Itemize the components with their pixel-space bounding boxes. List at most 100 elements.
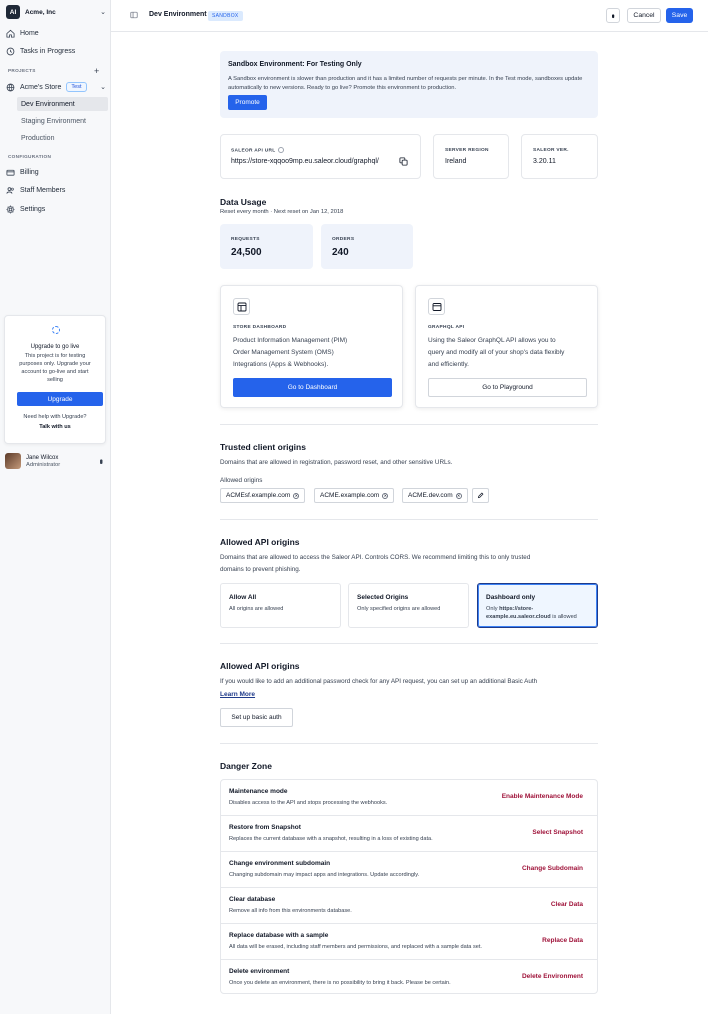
sandbox-banner: Sandbox Environment: For Testing Only A … <box>220 51 598 118</box>
version-label: SALEOR VER. <box>533 148 569 153</box>
more-button[interactable]: ••• <box>606 8 620 23</box>
env-item-dev[interactable]: Dev Environment <box>17 97 108 111</box>
danger-row-title: Maintenance mode <box>229 788 288 795</box>
option-desc: All origins are allowed <box>229 606 284 612</box>
store-dashboard-label: STORE DASHBOARD <box>233 325 287 330</box>
delete-environment-button[interactable]: Delete Environment <box>522 973 583 980</box>
origin-chip: ACMEsf.example.com ✕ <box>220 488 306 503</box>
go-to-playground-button[interactable]: Go to Playground <box>428 378 587 397</box>
danger-row-desc: Remove all info from this environments d… <box>229 908 352 914</box>
layout-icon <box>233 298 250 315</box>
feature-line: Product Information Management (PIM) <box>233 337 348 344</box>
api-origins-desc: Domains that are allowed to access the S… <box>220 552 530 576</box>
danger-row-subdomain: Change environment subdomain Changing su… <box>221 852 597 888</box>
remove-icon[interactable]: ✕ <box>455 492 462 499</box>
copy-icon[interactable] <box>399 157 408 166</box>
divider <box>220 519 598 520</box>
browser-icon <box>428 298 445 315</box>
remove-icon[interactable]: ✕ <box>382 492 389 499</box>
graphql-api-card: GRAPHQL API Using the Saleor GraphQL API… <box>415 285 598 408</box>
upgrade-button[interactable]: Upgrade <box>17 392 103 406</box>
topbar: Dev Environment SANDBOX ••• Cancel Save <box>111 0 708 32</box>
api-url-value: https://store-xqqoo9mp.eu.saleor.cloud/g… <box>231 158 379 165</box>
upgrade-desc: This project is for testing purposes onl… <box>19 353 91 383</box>
danger-row-replace: Replace database with a sample All data … <box>221 924 597 960</box>
danger-row-title: Clear database <box>229 896 276 903</box>
desc-line: Domains that are allowed to access the S… <box>220 554 531 561</box>
env-item-staging[interactable]: Staging Environment <box>17 114 108 128</box>
org-switcher[interactable]: AI Acme, Inc ⌄ <box>6 5 106 19</box>
chevron-down-icon: ⌄ <box>100 9 106 16</box>
sidebar-item-tasks[interactable]: Tasks in Progress <box>6 44 106 58</box>
project-item[interactable]: Acme's Store Test ⌄ <box>6 80 106 94</box>
divider <box>220 424 598 425</box>
sidebar-toggle-icon[interactable] <box>130 11 138 19</box>
pencil-icon <box>477 492 484 499</box>
add-project-icon[interactable]: + <box>94 66 99 76</box>
select-snapshot-button[interactable]: Select Snapshot <box>532 829 583 836</box>
enable-maintenance-button[interactable]: Enable Maintenance Mode <box>502 793 583 800</box>
set-up-basic-auth-button[interactable]: Set up basic auth <box>220 708 293 727</box>
basic-auth-title: Allowed API origins <box>220 661 300 671</box>
user-info: Jane Wilcox Administrator <box>26 455 60 468</box>
avatar <box>5 453 21 469</box>
danger-row-maintenance: Maintenance mode Disables access to the … <box>221 780 597 816</box>
origin-text: ACME.example.com <box>320 492 380 499</box>
danger-zone-title: Danger Zone <box>220 761 272 771</box>
trusted-origins-desc: Domains that are allowed in registration… <box>220 459 453 466</box>
env-item-production[interactable]: Production <box>17 131 108 145</box>
danger-zone-list: Maintenance mode Disables access to the … <box>220 779 598 994</box>
test-badge: Test <box>66 82 87 92</box>
option-desc: Only specified origins are allowed <box>357 606 441 612</box>
desc-prefix: Only <box>486 606 500 612</box>
danger-row-title: Restore from Snapshot <box>229 824 301 831</box>
sidebar-item-label: Billing <box>20 168 39 176</box>
org-name: Acme, Inc <box>25 8 56 16</box>
danger-row-desc: All data will be erased, including staff… <box>229 944 482 950</box>
clear-data-button[interactable]: Clear Data <box>551 901 583 908</box>
option-selected-origins[interactable]: Selected Origins Only specified origins … <box>348 583 469 628</box>
feature-line: Order Management System (OMS) <box>233 349 334 356</box>
more-options-icon[interactable]: ••• <box>96 459 106 462</box>
graphql-desc: Using the Saleor GraphQL API allows you … <box>428 335 564 371</box>
sidebar-item-label: Home <box>20 29 39 37</box>
user-menu[interactable]: Jane Wilcox Administrator ••• <box>5 451 106 471</box>
change-subdomain-button[interactable]: Change Subdomain <box>522 865 583 872</box>
trusted-origins-title: Trusted client origins <box>220 442 306 452</box>
origin-chip: ACME.dev.com ✕ <box>402 488 468 503</box>
talk-with-us-link[interactable]: Talk with us <box>5 424 105 430</box>
option-title: Dashboard only <box>486 594 536 601</box>
save-button[interactable]: Save <box>666 8 693 23</box>
upgrade-title: Upgrade to go live <box>30 344 80 350</box>
danger-row-title: Replace database with a sample <box>229 932 329 939</box>
sidebar-item-label: Staff Members <box>20 186 66 194</box>
requests-stat: REQUESTS 24,500 <box>220 224 313 269</box>
option-desc: Only https://store-example.eu.saleor.clo… <box>486 605 591 621</box>
desc-suffix: is allowed <box>550 614 577 620</box>
feature-line: Using the Saleor GraphQL API allows you … <box>428 337 556 344</box>
version-value: 3.20.11 <box>533 158 556 165</box>
sidebar-item-settings[interactable]: Settings <box>6 202 106 216</box>
sidebar-item-staff[interactable]: Staff Members <box>6 183 106 197</box>
config-header: CONFIGURATION <box>8 154 52 159</box>
api-url-label-row: SALEOR API URL <box>231 147 284 153</box>
edit-origins-button[interactable] <box>472 488 489 503</box>
sidebar-item-billing[interactable]: Billing <box>6 165 106 179</box>
replace-data-button[interactable]: Replace Data <box>542 937 583 944</box>
sidebar-item-home[interactable]: Home <box>6 26 106 40</box>
promote-button[interactable]: Promote <box>228 95 267 110</box>
orders-value: 240 <box>332 247 349 258</box>
chevron-down-icon: ⌄ <box>100 84 106 91</box>
go-to-dashboard-button[interactable]: Go to Dashboard <box>233 378 392 397</box>
cancel-button[interactable]: Cancel <box>627 8 661 23</box>
banner-text: A Sandbox environment is slower than pro… <box>228 76 583 91</box>
origin-text: ACME.dev.com <box>408 492 453 499</box>
sidebar: AI Acme, Inc ⌄ Home Tasks in Progress PR… <box>0 0 111 1014</box>
option-allow-all[interactable]: Allow All All origins are allowed <box>220 583 341 628</box>
info-icon[interactable] <box>277 147 284 153</box>
banner-title: Sandbox Environment: For Testing Only <box>228 61 362 68</box>
divider <box>220 643 598 644</box>
learn-more-link[interactable]: Learn More <box>220 691 255 698</box>
remove-icon[interactable]: ✕ <box>293 492 300 499</box>
option-dashboard-only[interactable]: Dashboard only Only https://store-exampl… <box>477 583 598 628</box>
